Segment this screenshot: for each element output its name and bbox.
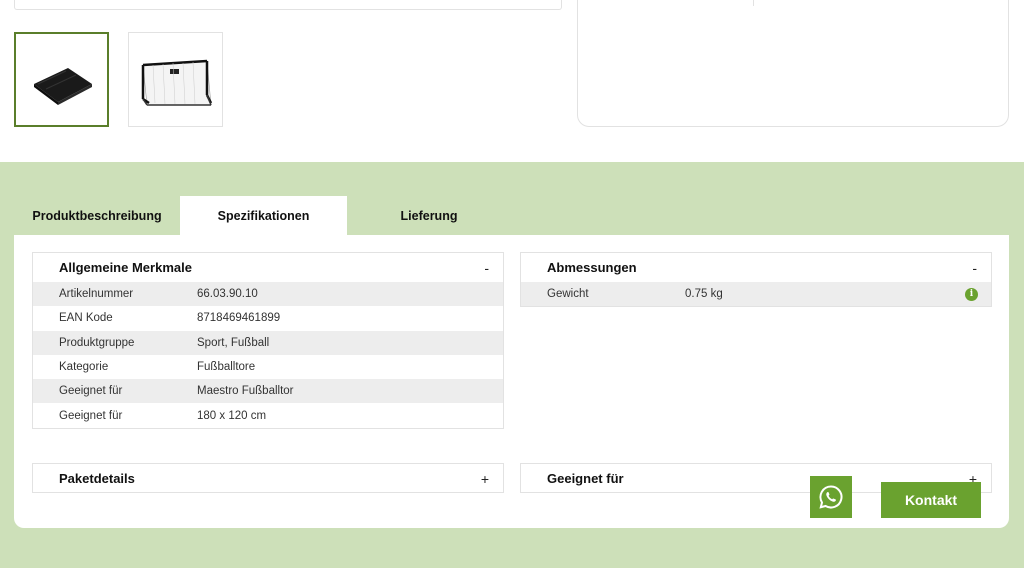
main-image-frame: [14, 0, 562, 10]
info-icon[interactable]: i: [965, 287, 978, 301]
spec-key: Artikelnummer: [59, 288, 134, 301]
spec-row: Artikelnummer 66.03.90.10: [33, 282, 503, 307]
section-title: Geeignet für: [547, 471, 624, 486]
spec-key: Produktgruppe: [59, 336, 135, 349]
details-tabs: Produktbeschreibung Spezifikationen Lief…: [14, 196, 514, 235]
expand-icon[interactable]: +: [481, 471, 489, 487]
spec-value: Fußballtore: [197, 361, 256, 374]
spec-row: Gewicht 0.75 kg i: [521, 282, 991, 307]
spec-key: Gewicht: [547, 288, 589, 301]
section-abmessungen: Abmessungen - Gewicht 0.75 kg i: [520, 252, 992, 307]
section-header-abmessungen[interactable]: Abmessungen -: [521, 253, 991, 282]
tab-lieferung[interactable]: Lieferung: [347, 196, 511, 235]
spec-row: EAN Kode 8718469461899: [33, 306, 503, 330]
spec-key: EAN Kode: [59, 312, 113, 325]
spec-value: 66.03.90.10: [197, 288, 258, 301]
spec-row: Geeignet für Maestro Fußballtor: [33, 379, 503, 404]
section-title: Allgemeine Merkmale: [59, 260, 192, 275]
tab-produktbeschreibung[interactable]: Produktbeschreibung: [14, 196, 180, 235]
panel-divider: [753, 0, 754, 6]
section-title: Abmessungen: [547, 260, 637, 275]
section-allgemeine-merkmale: Allgemeine Merkmale - Artikelnummer 66.0…: [32, 252, 504, 429]
kontakt-button[interactable]: Kontakt: [881, 482, 981, 518]
section-header-paketdetails[interactable]: Paketdetails +: [33, 464, 503, 493]
section-title: Paketdetails: [59, 471, 135, 486]
spec-value: 8718469461899: [197, 312, 281, 325]
collapse-icon[interactable]: -: [972, 260, 977, 276]
spec-value: 0.75 kg: [685, 288, 723, 301]
spec-value: Maestro Fußballtor: [197, 385, 294, 398]
product-gallery-area: [0, 0, 1024, 162]
soccer-goal-image: [141, 59, 213, 106]
spec-row: Geeignet für 180 x 120 cm: [33, 403, 503, 427]
spec-value: Sport, Fußball: [197, 336, 270, 349]
spec-key: Geeignet für: [59, 385, 123, 398]
whatsapp-icon: [819, 485, 843, 509]
section-header-allgemeine[interactable]: Allgemeine Merkmale -: [33, 253, 503, 282]
spec-key: Kategorie: [59, 361, 109, 374]
whatsapp-button[interactable]: [810, 476, 852, 518]
tab-spezifikationen[interactable]: Spezifikationen: [180, 196, 347, 235]
spec-value: 180 x 120 cm: [197, 409, 267, 422]
spec-row: Produktgruppe Sport, Fußball: [33, 330, 503, 355]
collapse-icon[interactable]: -: [484, 260, 489, 276]
section-paketdetails: Paketdetails +: [32, 463, 504, 493]
product-info-panel: [577, 0, 1009, 127]
thumbnail-folded-net[interactable]: [14, 32, 109, 127]
thumbnail-soccer-goal[interactable]: [128, 32, 223, 127]
spec-key: Geeignet für: [59, 409, 123, 422]
spec-row: Kategorie Fußballtore: [33, 355, 503, 379]
goal-net-folded-image: [34, 68, 92, 105]
